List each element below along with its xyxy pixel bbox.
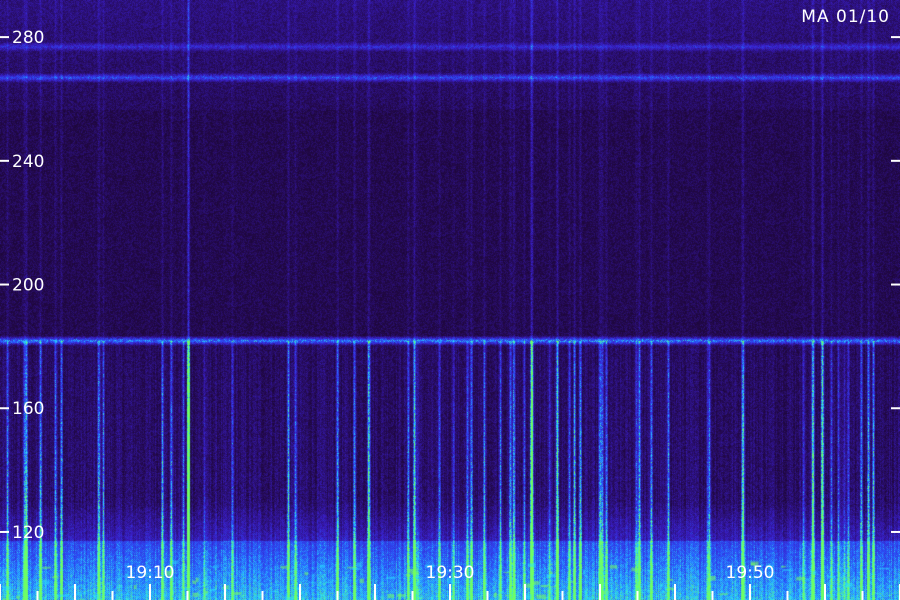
chart-overlay: 280 240 200 160 120 19:10 19:30 19:50 MA 01/10 — [0, 7, 900, 600]
y-axis-labels: 280 240 200 160 120 — [0, 28, 900, 543]
y-tick-label: 280 — [12, 28, 44, 48]
y-tick-label: 120 — [12, 523, 44, 543]
x-tick-label: 19:30 — [426, 563, 475, 583]
date-stamp: MA 01/10 — [801, 7, 890, 27]
x-axis-labels: 19:10 19:30 19:50 — [0, 563, 900, 600]
y-tick-label: 160 — [12, 399, 44, 419]
y-tick-label: 200 — [12, 276, 44, 296]
x-tick-label: 19:10 — [126, 563, 175, 583]
x-tick-label: 19:50 — [726, 563, 775, 583]
y-tick-label: 240 — [12, 152, 44, 172]
